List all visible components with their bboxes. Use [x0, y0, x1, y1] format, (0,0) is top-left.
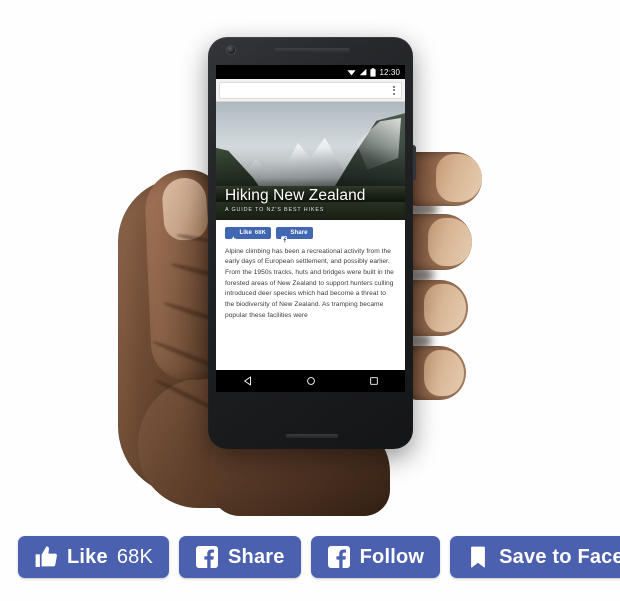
power-button[interactable]	[413, 145, 416, 181]
article-kicker: A GUIDE TO NZ'S BEST HIKES	[225, 207, 325, 213]
like-button-count: 68K	[116, 545, 154, 568]
fingertip	[436, 154, 482, 202]
front-camera-icon	[227, 46, 235, 54]
bookmark-icon	[466, 545, 490, 569]
like-button[interactable]: Like 68K	[18, 536, 170, 578]
hero-text-block: Hiking New Zealand A GUIDE TO NZ'S BEST …	[225, 186, 397, 213]
battery-icon	[370, 67, 377, 77]
fingertip	[428, 218, 472, 266]
smartphone-device: 12:30 Hiking New Zealand A GUIDE TO NZ'S…	[208, 37, 416, 449]
inline-like-count: 68K	[254, 229, 266, 236]
chin-accent	[286, 434, 338, 438]
facebook-f-icon	[327, 545, 351, 569]
signal-icon	[359, 68, 367, 76]
article-paragraph: Alpine climbing has been a recreational …	[225, 247, 394, 319]
thumbs-up-icon	[230, 230, 237, 242]
inline-like-button[interactable]: Like 68K	[225, 227, 271, 242]
share-button-label: Share	[228, 545, 285, 568]
earpiece-speaker	[274, 48, 350, 53]
follow-button[interactable]: Follow	[310, 536, 441, 578]
facebook-f-icon	[195, 545, 219, 569]
inline-share-button[interactable]: Share	[275, 227, 313, 243]
browser-toolbar	[216, 79, 405, 102]
overflow-menu-icon[interactable]	[391, 84, 397, 97]
inline-like-label: Like	[239, 229, 252, 236]
thumbs-up-icon	[34, 545, 58, 569]
social-plugin-button-row: Like 68K Share Follow Save to Facebook	[0, 528, 620, 586]
article-title: Hiking New Zealand	[225, 186, 366, 204]
status-clock: 12:30	[379, 67, 400, 77]
like-button-label: Like	[67, 545, 108, 568]
hero-scene: 12:30 Hiking New Zealand A GUIDE TO NZ'S…	[0, 0, 620, 520]
save-button-label: Save to Facebook	[499, 545, 620, 568]
save-to-facebook-button[interactable]: Save to Facebook	[450, 536, 620, 578]
facebook-f-icon	[281, 230, 288, 243]
fingertip	[424, 350, 464, 396]
wifi-icon	[347, 68, 357, 76]
phone-screen: 12:30 Hiking New Zealand A GUIDE TO NZ'S…	[216, 65, 405, 392]
home-circle-icon[interactable]	[306, 376, 316, 386]
inline-share-label: Share	[290, 229, 308, 236]
article-body: Like 68K Share Alpine climbing has been …	[216, 220, 405, 392]
android-nav-bar	[216, 370, 405, 392]
inline-social-buttons: Like 68K Share	[225, 227, 396, 243]
screenshot-root: 12:30 Hiking New Zealand A GUIDE TO NZ'S…	[0, 0, 620, 601]
status-bar: 12:30	[216, 65, 405, 79]
article-hero-image: Hiking New Zealand A GUIDE TO NZ'S BEST …	[216, 102, 405, 220]
address-bar-input[interactable]	[219, 81, 402, 99]
recents-square-icon[interactable]	[369, 376, 379, 386]
share-button[interactable]: Share	[179, 536, 301, 578]
thumbnail-nail	[160, 176, 210, 242]
follow-button-label: Follow	[359, 545, 425, 568]
fingertip	[424, 284, 466, 332]
back-triangle-icon[interactable]	[243, 376, 253, 386]
